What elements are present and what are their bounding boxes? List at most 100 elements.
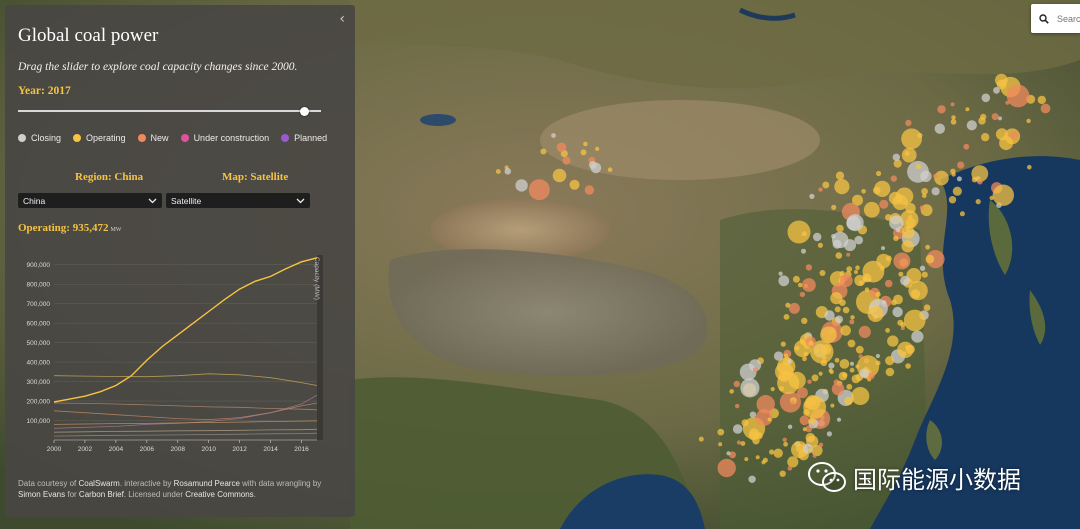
coal-plant-marker[interactable] (835, 171, 845, 180)
coal-plant-marker[interactable] (826, 431, 833, 437)
coal-plant-marker[interactable] (607, 167, 613, 172)
coal-plant-marker[interactable] (799, 291, 806, 298)
coal-plant-marker[interactable] (977, 178, 983, 185)
coal-plant-marker[interactable] (855, 265, 860, 271)
coal-plant-marker[interactable] (881, 246, 885, 251)
coal-plant-marker[interactable] (875, 360, 881, 366)
coal-plant-marker[interactable] (740, 441, 746, 446)
coal-plant-marker[interactable] (787, 456, 799, 468)
coal-plant-marker[interactable] (749, 428, 760, 439)
coal-plant-marker[interactable] (892, 306, 903, 318)
coal-plant-marker[interactable] (808, 448, 813, 453)
coal-plant-marker[interactable] (903, 309, 926, 332)
coal-plant-marker[interactable] (780, 341, 786, 347)
coal-plant-marker[interactable] (752, 367, 758, 373)
coal-plant-marker[interactable] (851, 387, 870, 405)
coal-plant-marker[interactable] (839, 359, 850, 369)
coal-plant-marker[interactable] (836, 224, 844, 233)
coal-plant-marker[interactable] (891, 299, 897, 306)
credit-link-carbon-brief[interactable]: Carbon Brief (79, 490, 124, 499)
coal-plant-marker[interactable] (726, 451, 731, 456)
coal-plant-marker[interactable] (831, 204, 837, 210)
coal-plant-marker[interactable] (782, 437, 787, 442)
coal-plant-marker[interactable] (803, 351, 809, 357)
coal-plant-marker[interactable] (1037, 95, 1047, 105)
coal-plant-marker[interactable] (931, 187, 940, 196)
coal-plant-marker[interactable] (769, 449, 775, 455)
coal-plant-marker[interactable] (957, 161, 965, 169)
coal-plant-marker[interactable] (861, 189, 866, 194)
coal-plant-marker[interactable] (921, 271, 928, 278)
coal-plant-marker[interactable] (717, 428, 725, 436)
coal-plant-marker[interactable] (842, 306, 850, 314)
coal-plant-marker[interactable] (584, 185, 595, 195)
coal-plant-marker[interactable] (735, 403, 740, 409)
coal-plant-marker[interactable] (897, 341, 914, 358)
coal-plant-marker[interactable] (991, 113, 999, 121)
coal-plant-marker[interactable] (933, 173, 938, 179)
coal-plant-marker[interactable] (813, 232, 822, 242)
coal-plant-marker[interactable] (948, 196, 957, 204)
coal-plant-marker[interactable] (840, 325, 851, 336)
coal-plant-marker[interactable] (790, 400, 795, 405)
coal-plant-marker[interactable] (749, 411, 757, 418)
coal-plant-marker[interactable] (846, 383, 853, 390)
coal-plant-marker[interactable] (834, 357, 840, 363)
coal-plant-marker[interactable] (740, 378, 760, 398)
coal-plant-marker[interactable] (950, 102, 955, 107)
coal-plant-marker[interactable] (875, 291, 881, 297)
coal-plant-marker[interactable] (495, 169, 501, 174)
coal-plant-marker[interactable] (583, 141, 588, 147)
coal-plant-marker[interactable] (569, 179, 580, 190)
coal-plant-marker[interactable] (807, 379, 812, 384)
coal-plant-marker[interactable] (937, 105, 946, 114)
coal-plant-marker[interactable] (729, 389, 734, 394)
coal-plant-marker[interactable] (995, 128, 1008, 141)
coal-plant-marker[interactable] (748, 475, 756, 483)
coal-plant-marker[interactable] (950, 119, 957, 125)
region-select[interactable]: China (18, 193, 162, 208)
coal-plant-marker[interactable] (915, 164, 922, 170)
coal-plant-marker[interactable] (850, 361, 854, 366)
coal-plant-marker[interactable] (828, 368, 833, 373)
coal-plant-marker[interactable] (855, 364, 860, 369)
coal-plant-marker[interactable] (839, 274, 853, 287)
coal-plant-marker[interactable] (788, 302, 800, 314)
coal-plant-marker[interactable] (803, 395, 827, 419)
coal-plant-marker[interactable] (895, 187, 914, 206)
coal-plant-marker[interactable] (814, 348, 820, 354)
coal-plant-marker[interactable] (921, 188, 928, 195)
coal-plant-marker[interactable] (828, 362, 835, 369)
coal-plant-marker[interactable] (787, 424, 793, 429)
coal-plant-marker[interactable] (811, 374, 819, 382)
coal-plant-marker[interactable] (818, 442, 824, 448)
coal-plant-marker[interactable] (846, 216, 861, 231)
coal-plant-marker[interactable] (849, 367, 855, 373)
coal-plant-marker[interactable] (580, 149, 587, 156)
coal-plant-marker[interactable] (863, 201, 880, 218)
coal-plant-marker[interactable] (767, 417, 772, 422)
coal-plant-marker[interactable] (783, 314, 790, 320)
coal-plant-marker[interactable] (562, 156, 571, 165)
coal-plant-marker[interactable] (796, 387, 808, 399)
coal-plant-marker[interactable] (876, 253, 891, 269)
coal-plant-marker[interactable] (818, 187, 823, 192)
coal-plant-marker[interactable] (919, 205, 924, 210)
coal-plant-marker[interactable] (849, 319, 855, 325)
credit-link-coalswarm[interactable]: CoalSwarm (78, 479, 119, 488)
coal-plant-marker[interactable] (925, 244, 930, 250)
coal-plant-marker[interactable] (552, 168, 567, 183)
coal-plant-marker[interactable] (799, 415, 810, 426)
credit-link-wrangler[interactable]: Simon Evans (18, 490, 65, 499)
coal-plant-marker[interactable] (965, 107, 970, 112)
coal-plant-marker[interactable] (834, 306, 841, 313)
coal-plant-marker[interactable] (773, 351, 784, 361)
coal-plant-marker[interactable] (778, 271, 783, 276)
coal-plant-marker[interactable] (876, 170, 882, 177)
coal-plant-marker[interactable] (824, 310, 835, 321)
coal-plant-marker[interactable] (732, 424, 743, 434)
coal-plant-marker[interactable] (515, 179, 528, 192)
coal-plant-marker[interactable] (875, 353, 881, 359)
coal-plant-marker[interactable] (901, 147, 917, 163)
collapse-panel-button[interactable]: ‹ (339, 11, 345, 27)
